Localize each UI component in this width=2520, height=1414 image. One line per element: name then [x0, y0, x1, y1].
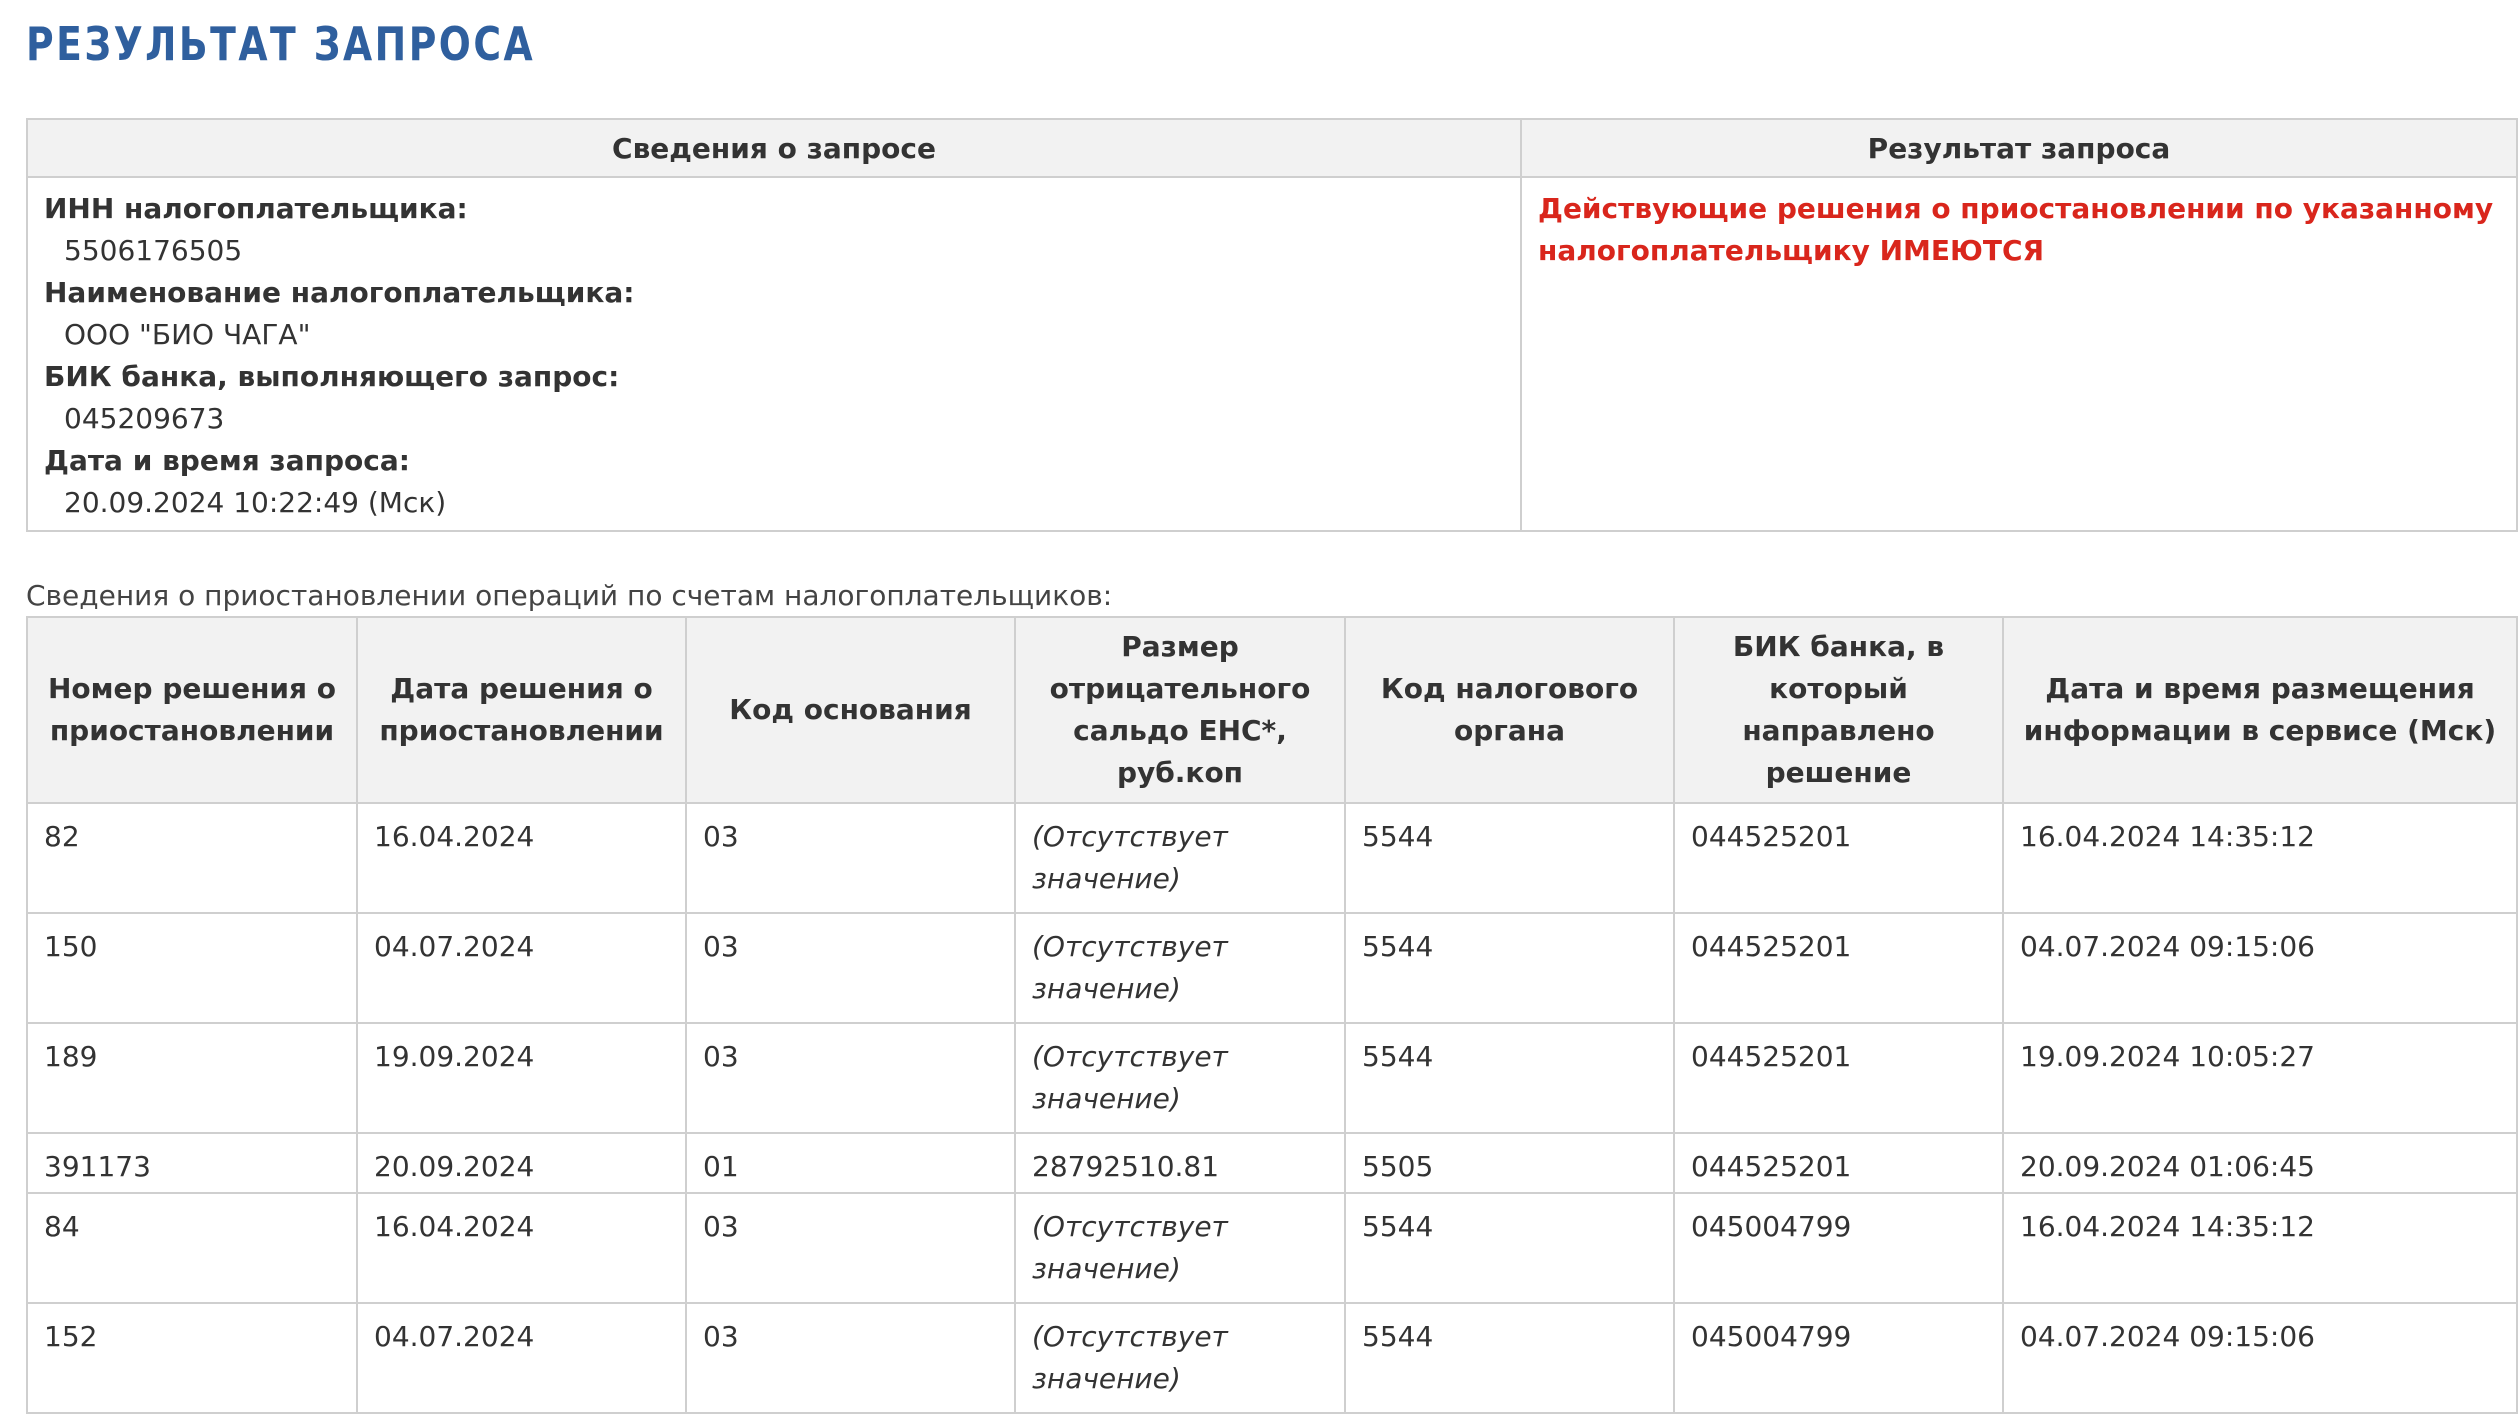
suspension-operations-table: Номер решения о приостановлении Дата реш…	[26, 616, 2518, 1414]
cell-basis-code: 03	[685, 1192, 1016, 1304]
column-header-decision-date: Дата решения о приостановлении	[356, 616, 687, 804]
cell-decision-number: 189	[26, 1022, 358, 1134]
cell-negative-saldo: (Отсутствует значение)	[1014, 912, 1346, 1024]
cell-negative-saldo: (Отсутствует значение)	[1014, 1192, 1346, 1304]
cell-decision-number: 391173	[26, 1132, 358, 1194]
cell-decision-date: 04.07.2024	[356, 1302, 687, 1414]
page: РЕЗУЛЬТАТ ЗАПРОСА Сведения о запросе Рез…	[26, 0, 2518, 1414]
cell-negative-saldo: (Отсутствует значение)	[1014, 802, 1346, 914]
cell-basis-code: 03	[685, 912, 1016, 1024]
cell-decision-date: 16.04.2024	[356, 802, 687, 914]
cell-negative-saldo: 28792510.81	[1014, 1132, 1346, 1194]
taxpayer-name-value: ООО "БИО ЧАГА"	[64, 318, 311, 351]
inn-label: ИНН налогоплательщика:	[44, 192, 468, 225]
cell-posted-datetime: 04.07.2024 09:15:06	[2002, 912, 2518, 1024]
cell-basis-code: 01	[685, 1132, 1016, 1194]
cell-decision-number: 152	[26, 1302, 358, 1414]
cell-basis-code: 03	[685, 1022, 1016, 1134]
cell-tax-office-code: 5544	[1344, 1302, 1675, 1414]
cell-tax-office-code: 5505	[1344, 1132, 1675, 1194]
suspension-operations-body: 82 16.04.2024 03 (Отсутствует значение) 5544…	[26, 802, 2518, 1414]
cell-bank-bik: 044525201	[1673, 912, 2004, 1024]
request-result-text: Действующие решения о приостановлении по…	[1538, 192, 2494, 267]
cell-tax-office-code: 5544	[1344, 1022, 1675, 1134]
cell-decision-number: 84	[26, 1192, 358, 1304]
cell-decision-date: 19.09.2024	[356, 1022, 687, 1134]
cell-tax-office-code: 5544	[1344, 802, 1675, 914]
cell-basis-code: 03	[685, 1302, 1016, 1414]
request-info-body-row: ИНН налогоплательщика: 5506176505 Наимен…	[26, 176, 2518, 532]
request-datetime-value: 20.09.2024 10:22:49 (Мск)	[64, 486, 447, 519]
cell-bank-bik: 044525201	[1673, 1022, 2004, 1134]
request-info-header: Сведения о запросе	[26, 118, 1522, 178]
request-info-cell: ИНН налогоплательщика: 5506176505 Наимен…	[26, 176, 1522, 532]
request-result-header: Результат запроса	[1520, 118, 2518, 178]
table-row: 152 04.07.2024 03 (Отсутствует значение) 554…	[26, 1302, 2518, 1414]
column-header-tax-office-code: Код налогового органа	[1344, 616, 1675, 804]
column-header-decision-number: Номер решения о приостановлении	[26, 616, 358, 804]
cell-tax-office-code: 5544	[1344, 1192, 1675, 1304]
cell-posted-datetime: 16.04.2024 14:35:12	[2002, 802, 2518, 914]
cell-negative-saldo: (Отсутствует значение)	[1014, 1302, 1346, 1414]
table-row: 150 04.07.2024 03 (Отсутствует значение) 554…	[26, 912, 2518, 1024]
request-datetime-label: Дата и время запроса:	[44, 444, 410, 477]
column-header-bank-bik: БИК банка, в который направлено решение	[1673, 616, 2004, 804]
cell-posted-datetime: 20.09.2024 01:06:45	[2002, 1132, 2518, 1194]
cell-decision-date: 16.04.2024	[356, 1192, 687, 1304]
cell-posted-datetime: 19.09.2024 10:05:27	[2002, 1022, 2518, 1134]
cell-posted-datetime: 04.07.2024 09:15:06	[2002, 1302, 2518, 1414]
cell-tax-office-code: 5544	[1344, 912, 1675, 1024]
column-header-negative-saldo: Размер отрицательного сальдо ЕНС*, руб.к…	[1014, 616, 1346, 804]
inn-value: 5506176505	[64, 234, 243, 267]
cell-negative-saldo: (Отсутствует значение)	[1014, 1022, 1346, 1134]
operations-caption: Сведения о приостановлении операций по с…	[26, 579, 1113, 612]
table-header-row: Номер решения о приостановлении Дата реш…	[26, 616, 2518, 804]
cell-decision-number: 150	[26, 912, 358, 1024]
bank-bik-label: БИК банка, выполняющего запрос:	[44, 360, 620, 393]
request-result-cell: Действующие решения о приостановлении по…	[1520, 176, 2518, 532]
table-row: 82 16.04.2024 03 (Отсутствует значение) 5544…	[26, 802, 2518, 914]
cell-basis-code: 03	[685, 802, 1016, 914]
cell-bank-bik: 045004799	[1673, 1302, 2004, 1414]
taxpayer-name-label: Наименование налогоплательщика:	[44, 276, 635, 309]
cell-decision-number: 82	[26, 802, 358, 914]
page-title: РЕЗУЛЬТАТ ЗАПРОСА	[26, 17, 536, 71]
column-header-basis-code: Код основания	[685, 616, 1016, 804]
column-header-posted-datetime: Дата и время размещения информации в сер…	[2002, 616, 2518, 804]
cell-bank-bik: 044525201	[1673, 1132, 2004, 1194]
cell-posted-datetime: 16.04.2024 14:35:12	[2002, 1192, 2518, 1304]
table-row: 84 16.04.2024 03 (Отсутствует значение) 5544…	[26, 1192, 2518, 1304]
table-row: 391173 20.09.2024 01 28792510.81 5505 0445252…	[26, 1132, 2518, 1194]
table-row: 189 19.09.2024 03 (Отсутствует значение) 554…	[26, 1022, 2518, 1134]
cell-decision-date: 04.07.2024	[356, 912, 687, 1024]
request-info-table: Сведения о запросе Результат запроса ИНН…	[26, 118, 2518, 532]
cell-decision-date: 20.09.2024	[356, 1132, 687, 1194]
cell-bank-bik: 044525201	[1673, 802, 2004, 914]
request-info-header-row: Сведения о запросе Результат запроса	[26, 118, 2518, 178]
cell-bank-bik: 045004799	[1673, 1192, 2004, 1304]
bank-bik-value: 045209673	[64, 402, 225, 435]
